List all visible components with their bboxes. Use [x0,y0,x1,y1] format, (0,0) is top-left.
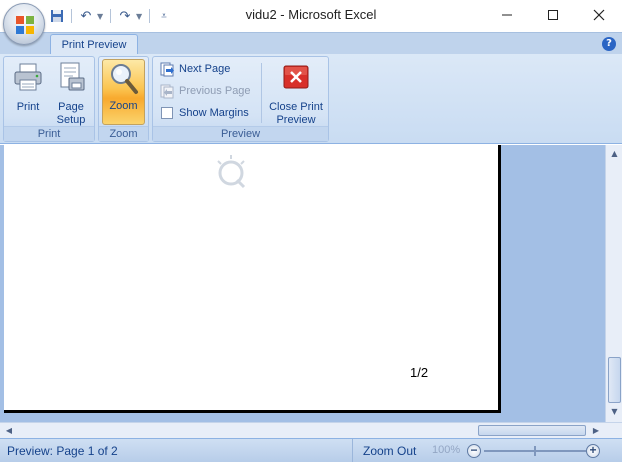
minimize-button[interactable] [484,0,530,30]
help-icon[interactable]: ? [602,37,616,51]
minimize-icon [502,14,512,16]
close-icon [593,9,605,21]
office-button[interactable] [3,3,45,45]
zoom-label: Zoom [109,100,138,112]
scroll-up-icon[interactable]: ▲ [609,149,620,159]
horizontal-scrollbar[interactable]: ◀ ▶ [0,422,622,438]
watermark [212,151,250,193]
page-setup-button[interactable]: Page Setup [50,59,92,127]
zoom-plus-icon[interactable]: + [586,444,600,458]
vertical-scroll-thumb[interactable] [608,357,621,403]
next-page-button[interactable]: Next Page [159,59,230,79]
group-print-label: Print [4,126,94,141]
maximize-button[interactable] [530,0,576,30]
watermark-logo-icon [217,155,246,189]
ribbon: Print Page Setup Print Zoom Zoom Next Pa… [0,54,622,144]
zoom-out-label: Zoom Out [363,444,417,458]
zoom-slider-mark [534,446,536,456]
print-label: Print [16,101,40,113]
show-margins-checkbox[interactable]: Show Margins [159,103,249,123]
close-button[interactable] [576,0,622,30]
scroll-left-icon[interactable]: ◀ [4,425,14,436]
group-preview: Next Page Previous Page Show Margins Clo… [152,56,329,142]
group-zoom: Zoom Zoom [98,56,149,142]
office-logo-icon [16,16,34,34]
close-preview-icon [283,65,309,89]
print-preview-area[interactable]: 1/2 [0,145,605,422]
tab-print-preview[interactable]: Print Preview [50,34,138,56]
group-preview-label: Preview [153,126,328,141]
page-number: 1/2 [410,365,429,380]
scroll-down-icon[interactable]: ▼ [609,407,620,417]
preview-group-divider [261,63,262,123]
status-bar: Preview: Page 1 of 2 Zoom Out 100% − + [0,438,622,462]
status-divider [352,439,353,462]
previous-page-icon [160,84,174,99]
zoom-minus-icon[interactable]: − [467,444,481,458]
preview-page: 1/2 [4,145,501,413]
show-margins-check-icon[interactable] [161,107,173,119]
close-preview-label-line1: Close Print [269,101,323,113]
previous-page-button[interactable]: Previous Page [159,81,251,101]
page-setup-icon [60,62,85,91]
vertical-scrollbar[interactable]: ▲ ▼ [605,145,622,422]
magnifier-icon [111,64,138,94]
show-margins-label: Show Margins [179,107,249,119]
print-button[interactable]: Print [8,59,48,114]
next-page-icon [160,62,174,77]
close-print-preview-button[interactable]: Close Print Preview [265,59,327,127]
title-bar: ↶ ▼ ↷ ▼ ⩡ vidu2 - Microsoft Excel [0,0,622,45]
zoom-percent[interactable]: 100% [432,444,460,456]
previous-page-label: Previous Page [179,85,251,97]
zoom-button[interactable]: Zoom [102,59,145,125]
group-zoom-label: Zoom [99,126,148,141]
ribbon-tab-row: Print Preview ? [0,32,622,56]
scroll-right-icon[interactable]: ▶ [591,425,601,436]
next-page-label: Next Page [179,63,231,75]
horizontal-scroll-thumb[interactable] [478,425,586,436]
group-print: Print Page Setup Print [3,56,95,142]
printer-icon [14,63,42,91]
page-setup-label-line1: Page [58,101,84,113]
status-text: Preview: Page 1 of 2 [7,444,118,458]
maximize-icon [548,10,558,20]
